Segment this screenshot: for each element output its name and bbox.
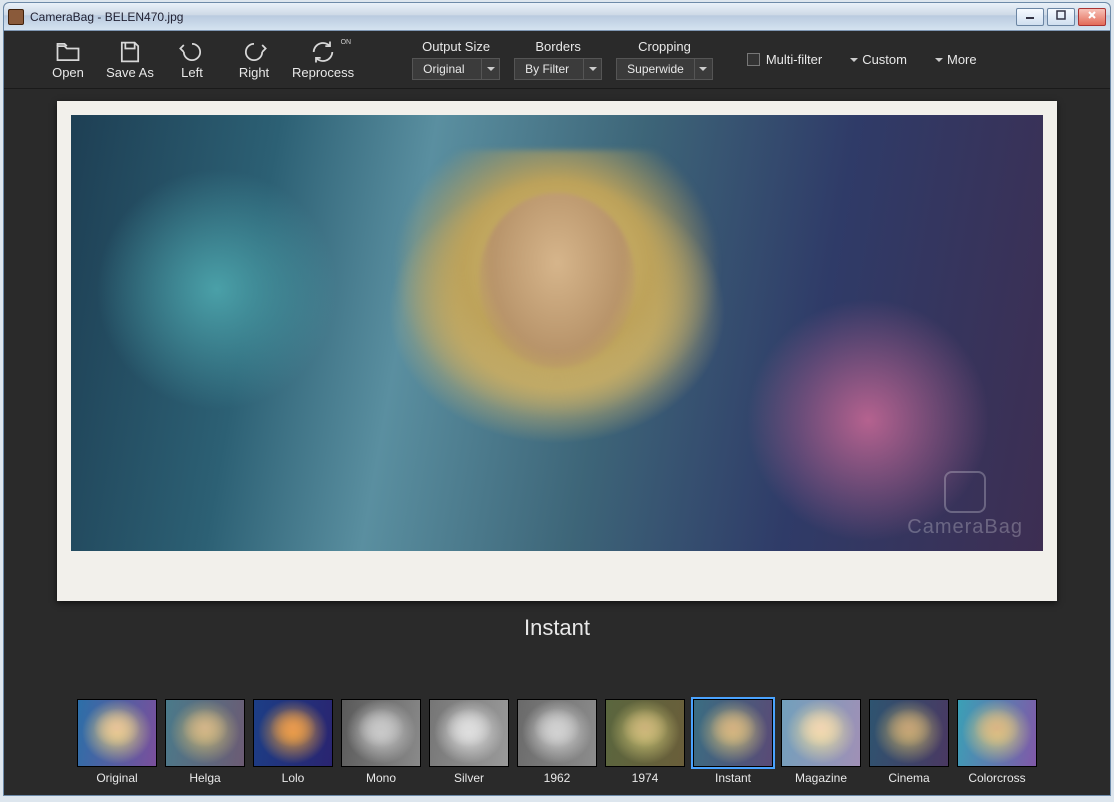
titlebar[interactable]: CameraBag - BELEN470.jpg xyxy=(4,3,1110,31)
filter-thumb-helga[interactable]: Helga xyxy=(165,699,245,785)
filter-thumb-label: Original xyxy=(96,771,137,785)
filter-thumb-cinema[interactable]: Cinema xyxy=(869,699,949,785)
rotate-left-button[interactable]: Left xyxy=(168,39,216,80)
chevron-down-icon xyxy=(583,59,601,79)
app-window: CameraBag - BELEN470.jpg Open Save As Le… xyxy=(3,2,1111,796)
reprocess-button[interactable]: ON Reprocess xyxy=(292,39,354,80)
filter-thumb-image xyxy=(165,699,245,767)
borders-dropdown[interactable]: By Filter xyxy=(514,58,602,80)
filter-thumb-label: Helga xyxy=(189,771,220,785)
filter-thumb-1974[interactable]: 1974 xyxy=(605,699,685,785)
folder-open-icon xyxy=(54,39,82,65)
filter-thumb-image xyxy=(693,699,773,767)
maximize-button[interactable] xyxy=(1047,8,1075,26)
camerabag-logo-icon xyxy=(944,471,986,513)
borders-label: Borders xyxy=(535,39,581,54)
filter-thumb-magazine[interactable]: Magazine xyxy=(781,699,861,785)
filter-thumb-1962[interactable]: 1962 xyxy=(517,699,597,785)
filter-thumb-image xyxy=(517,699,597,767)
filter-thumb-original[interactable]: Original xyxy=(77,699,157,785)
output-size-dropdown[interactable]: Original xyxy=(412,58,500,80)
minimize-button[interactable] xyxy=(1016,8,1044,26)
output-size-label: Output Size xyxy=(422,39,490,54)
rotate-right-icon xyxy=(240,39,268,65)
filter-thumb-lolo[interactable]: Lolo xyxy=(253,699,333,785)
save-as-button[interactable]: Save As xyxy=(106,39,154,80)
watermark: CameraBag xyxy=(907,471,1023,539)
multi-filter-checkbox[interactable]: Multi-filter xyxy=(747,52,822,67)
filter-thumb-label: Instant xyxy=(715,771,751,785)
cropping-dropdown[interactable]: Superwide xyxy=(616,58,713,80)
filter-thumb-label: 1962 xyxy=(544,771,571,785)
filter-thumb-label: Cinema xyxy=(888,771,929,785)
more-menu[interactable]: More xyxy=(935,52,977,67)
app-icon xyxy=(8,9,24,25)
save-icon xyxy=(116,39,144,65)
filter-thumb-image xyxy=(253,699,333,767)
filter-thumb-label: Lolo xyxy=(282,771,305,785)
filter-thumb-image xyxy=(605,699,685,767)
custom-menu[interactable]: Custom xyxy=(850,52,907,67)
rotate-left-icon xyxy=(178,39,206,65)
filter-thumb-label: Mono xyxy=(366,771,396,785)
filter-thumb-image xyxy=(781,699,861,767)
filter-filmstrip: Original Helga Lolo Mono Silver 1962 1974 Insta… xyxy=(4,693,1110,795)
filter-thumb-image xyxy=(869,699,949,767)
filter-thumb-label: Colorcross xyxy=(968,771,1025,785)
cropping-label: Cropping xyxy=(638,39,691,54)
filter-thumb-image xyxy=(77,699,157,767)
open-button[interactable]: Open xyxy=(44,39,92,80)
filter-thumb-label: Magazine xyxy=(795,771,847,785)
workarea: CameraBag Instant xyxy=(4,89,1110,693)
preview-image[interactable]: CameraBag xyxy=(71,115,1043,551)
reprocess-icon: ON xyxy=(309,39,337,65)
filter-thumb-mono[interactable]: Mono xyxy=(341,699,421,785)
close-button[interactable] xyxy=(1078,8,1106,26)
chevron-down-icon xyxy=(694,59,712,79)
window-title: CameraBag - BELEN470.jpg xyxy=(30,10,183,24)
filter-thumb-silver[interactable]: Silver xyxy=(429,699,509,785)
filter-thumb-image xyxy=(429,699,509,767)
filter-thumb-image xyxy=(341,699,421,767)
filter-thumb-label: 1974 xyxy=(632,771,659,785)
filter-thumb-colorcross[interactable]: Colorcross xyxy=(957,699,1037,785)
toolbar: Open Save As Left Right ON Reprocess Out… xyxy=(4,31,1110,89)
rotate-right-button[interactable]: Right xyxy=(230,39,278,80)
current-filter-label: Instant xyxy=(524,615,590,641)
filter-thumb-instant[interactable]: Instant xyxy=(693,699,773,785)
checkbox-icon xyxy=(747,53,760,66)
chevron-down-icon xyxy=(481,59,499,79)
image-frame: CameraBag xyxy=(57,101,1057,601)
filter-thumb-label: Silver xyxy=(454,771,484,785)
filter-thumb-image xyxy=(957,699,1037,767)
